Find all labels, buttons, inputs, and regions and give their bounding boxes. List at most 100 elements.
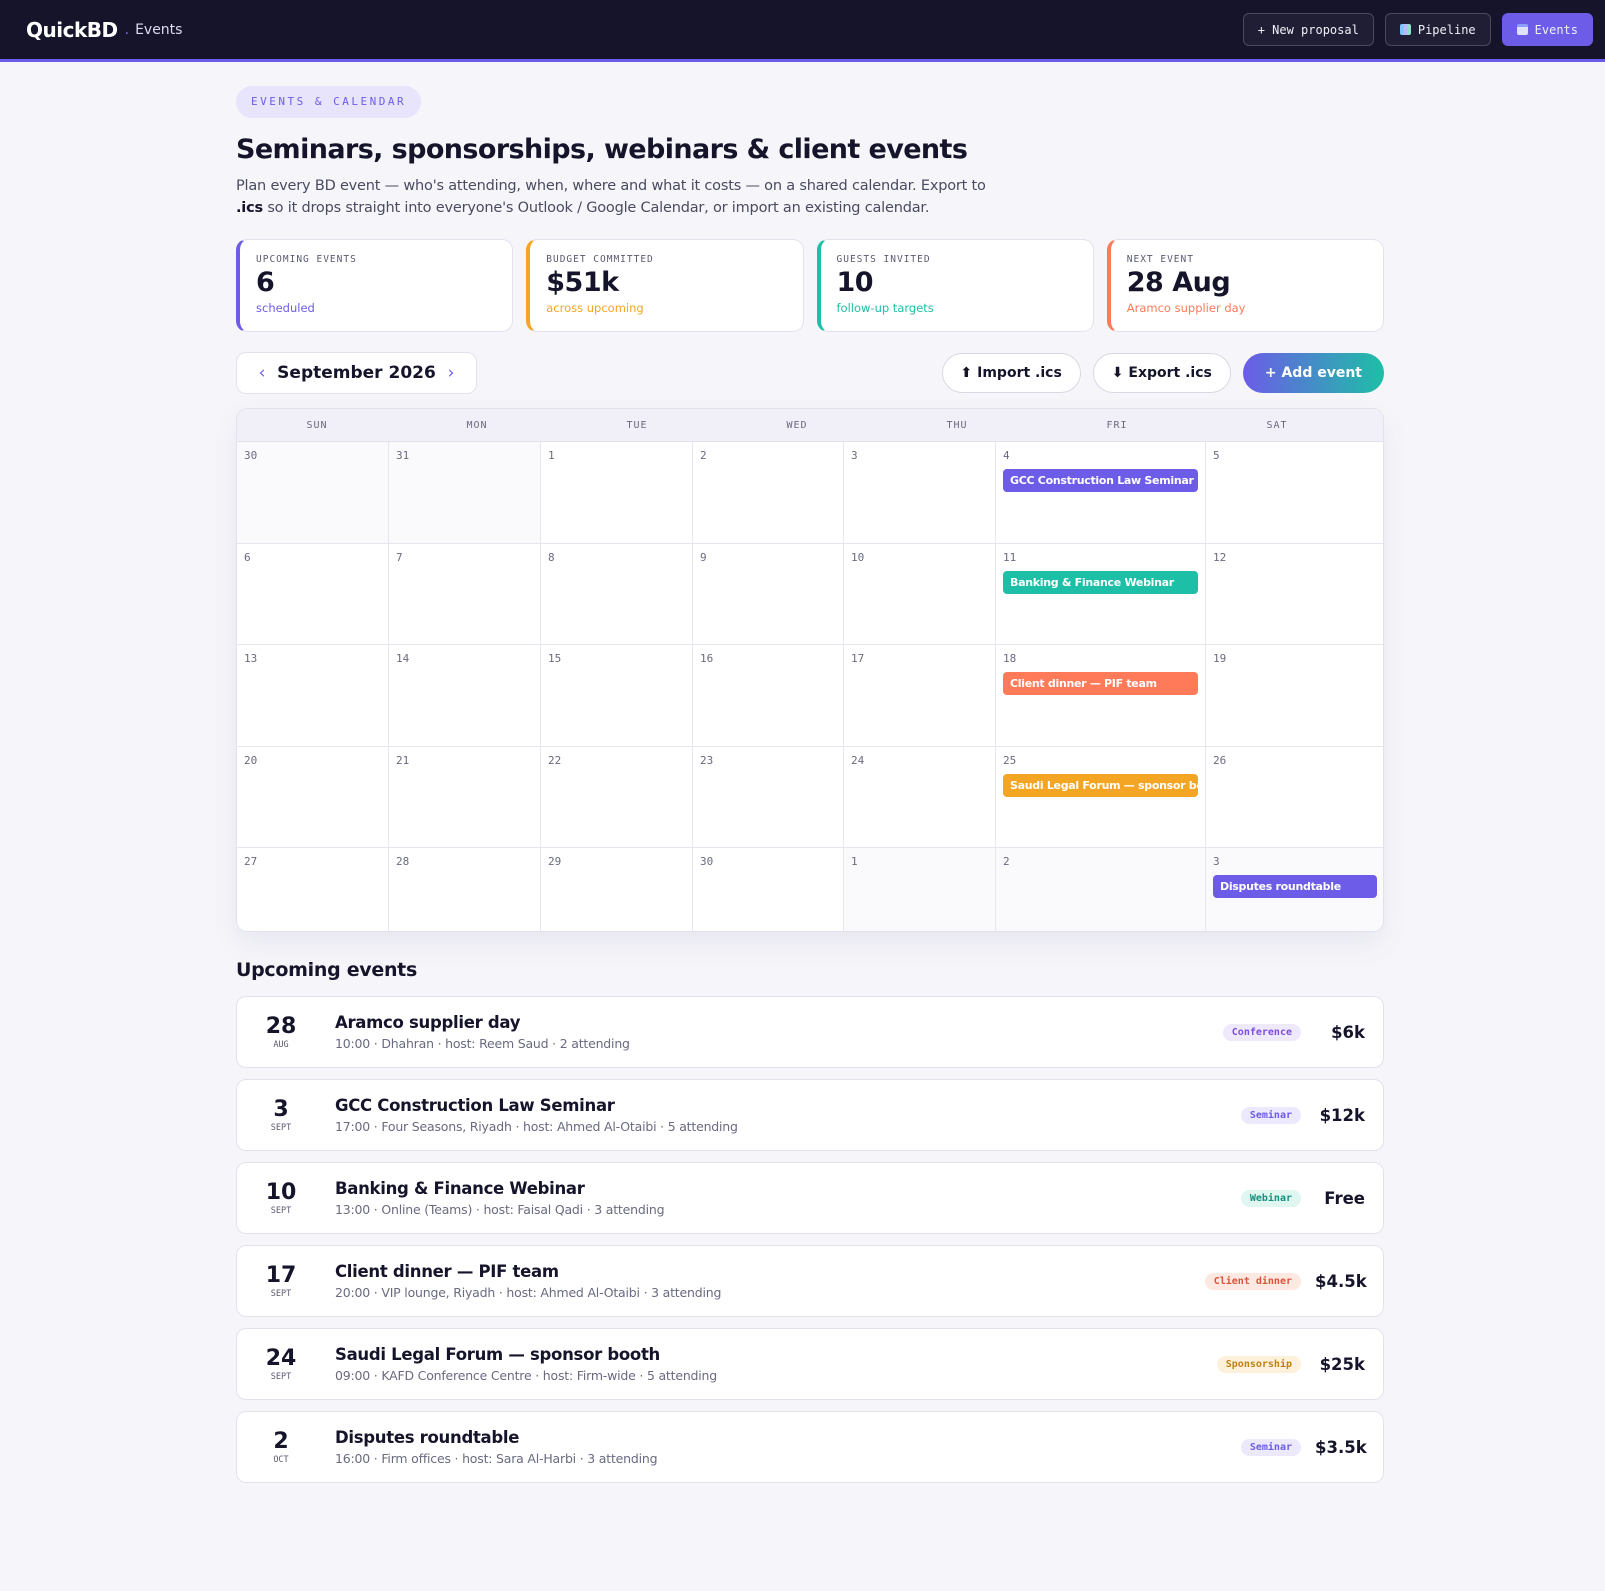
calendar-day-cell[interactable]: 14 — [389, 645, 541, 747]
calendar-day-cell[interactable]: 8 — [541, 543, 693, 646]
event-day: 3 — [273, 1096, 289, 1122]
event-body: Disputes roundtable 16:00 · Firm offices … — [335, 1428, 1241, 1466]
calendar-day-cell[interactable]: 29 — [541, 848, 693, 931]
event-cost: $25k — [1319, 1354, 1365, 1374]
calendar-day-cell[interactable]: 2 — [693, 442, 844, 544]
weekday-label: TUE — [626, 420, 648, 431]
weekday-label: SUN — [306, 420, 328, 431]
export-ics-button[interactable]: ⬇ Export .ics — [1092, 353, 1231, 393]
add-event-button[interactable]: + Add event — [1242, 353, 1384, 393]
day-number: 27 — [244, 855, 258, 869]
day-number: 15 — [548, 652, 562, 666]
main-content: EVENTS & CALENDAR Seminars, sponsorships… — [236, 86, 1384, 1494]
upcoming-event-row[interactable]: 17 SEPT Client dinner — PIF team 20:00 · VI… — [236, 1245, 1384, 1317]
upcoming-event-row[interactable]: 2 OCT Disputes roundtable 16:00 · Firm offi… — [236, 1411, 1384, 1483]
event-type-badge: Client dinner — [1204, 1272, 1301, 1290]
event-date: 3 SEPT — [251, 1096, 311, 1133]
stat-budget-committed: BUDGET COMMITTED $51k across upcoming — [526, 239, 804, 332]
calendar-day-cell[interactable]: 26 — [1206, 747, 1383, 849]
calendar-day-cell[interactable]: 28 — [389, 848, 541, 931]
calendar-day-cell[interactable]: 17 — [844, 645, 996, 747]
calendar-day-cell[interactable]: 24 — [844, 746, 996, 849]
stat-value: 10 — [836, 267, 874, 298]
calendar-day-cell[interactable]: 5 — [1206, 442, 1383, 544]
calendar-day-cell[interactable]: 23 — [693, 746, 844, 849]
calendar-day-cell[interactable]: 22 — [541, 746, 693, 849]
day-number: 17 — [851, 652, 865, 666]
subtitle-text: Plan every BD event — who's attending, w… — [236, 178, 986, 194]
calendar-day-cell[interactable]: 11 Banking & Finance Webinar — [996, 543, 1206, 646]
event-title: Banking & Finance Webinar — [335, 1179, 585, 1198]
calendar-event-chip[interactable]: Disputes roundtable — [1213, 875, 1377, 899]
calendar-day-cell[interactable]: 12 — [1206, 544, 1383, 646]
stat-note: Aramco supplier day — [1126, 301, 1246, 315]
upcoming-event-row[interactable]: 3 SEPT GCC Construction Law Seminar 17:00 ·… — [236, 1079, 1384, 1151]
calendar-day-cell[interactable]: 30 — [237, 442, 389, 544]
event-month: SEPT — [270, 1122, 292, 1133]
stats-row: UPCOMING EVENTS 6 scheduled BUDGET COMMI… — [236, 239, 1384, 332]
calendar-day-cell[interactable]: 27 — [237, 848, 389, 931]
chevron-right-icon[interactable]: › — [442, 363, 460, 383]
pipeline-button[interactable]: Pipeline — [1384, 13, 1491, 46]
events-button[interactable]: Events — [1501, 13, 1593, 46]
day-number: 31 — [396, 449, 410, 462]
upcoming-title: Upcoming events — [236, 959, 417, 981]
calendar-day-cell[interactable]: 19 — [1206, 645, 1383, 747]
calendar-day-cell[interactable]: 30 — [693, 848, 844, 931]
event-meta: 17:00 · Four Seasons, Riyadh · host: Ahm… — [335, 1119, 738, 1134]
upcoming-event-row[interactable]: 28 AUG Aramco supplier day 10:00 · Dhahran … — [236, 996, 1384, 1068]
day-number: 16 — [700, 652, 714, 666]
subtitle-text-end: so it drops straight into everyone's Out… — [262, 200, 930, 216]
calendar-day-cell[interactable]: 7 — [389, 543, 541, 646]
calendar-event-chip[interactable]: Client dinner — PIF team — [1003, 672, 1198, 696]
calendar-event-chip[interactable]: Saudi Legal Forum — sponsor booth — [1003, 773, 1198, 797]
calendar-day-cell[interactable]: 13 — [237, 645, 389, 747]
calendar-day-cell[interactable]: 4 GCC Construction Law Seminar — [996, 442, 1206, 544]
event-title: Disputes roundtable — [335, 1428, 520, 1447]
new-proposal-button[interactable]: + New proposal — [1242, 13, 1374, 46]
chart-icon — [1399, 24, 1411, 35]
calendar-day-cell[interactable]: 15 — [541, 645, 693, 747]
stat-note: scheduled — [256, 301, 315, 315]
event-day: 24 — [265, 1345, 297, 1371]
upcoming-event-row[interactable]: 10 SEPT Banking & Finance Webinar 13:00 · O… — [236, 1162, 1384, 1234]
day-number: 29 — [548, 855, 562, 869]
import-ics-button[interactable]: ⬆ Import .ics — [941, 353, 1081, 393]
event-meta: 13:00 · Online (Teams) · host: Faisal Qa… — [335, 1202, 665, 1217]
calendar-day-cell[interactable]: 31 — [389, 442, 541, 544]
calendar-day-cell[interactable]: 2 — [996, 848, 1206, 931]
event-type-badge: Conference — [1222, 1023, 1301, 1041]
day-number: 2 — [700, 449, 707, 462]
calendar-event-chip[interactable]: Banking & Finance Webinar — [1003, 570, 1198, 594]
calendar-day-cell[interactable]: 3 — [844, 442, 996, 544]
day-number: 3 — [851, 449, 858, 462]
upcoming-event-row[interactable]: 24 SEPT Saudi Legal Forum — sponsor booth 0… — [236, 1328, 1384, 1400]
event-body: GCC Construction Law Seminar 17:00 · Four… — [335, 1096, 1241, 1134]
app-logo[interactable]: QuickBD — [26, 18, 118, 42]
event-body: Banking & Finance Webinar 13:00 · Online … — [335, 1179, 1241, 1217]
event-month: SEPT — [270, 1371, 292, 1382]
month-navigator: ‹ September 2026 › — [236, 352, 477, 394]
calendar-day-cell[interactable]: 1 — [541, 442, 693, 544]
event-title: Aramco supplier day — [335, 1013, 521, 1032]
calendar-day-cell[interactable]: 18 Client dinner — PIF team — [996, 645, 1206, 747]
event-month: OCT — [273, 1454, 289, 1465]
calendar-day-cell[interactable]: 1 — [844, 848, 996, 931]
event-cost: $12k — [1319, 1105, 1365, 1125]
calendar-day-cell[interactable]: 9 — [693, 543, 844, 646]
stat-note: follow-up targets — [836, 301, 934, 315]
calendar-day-cell[interactable]: 10 — [844, 543, 996, 646]
calendar-day-cell[interactable]: 3 Disputes roundtable — [1206, 848, 1383, 931]
stat-value: 6 — [256, 267, 275, 298]
chevron-left-icon[interactable]: ‹ — [253, 363, 271, 383]
day-number: 20 — [244, 753, 258, 767]
calendar-day-cell[interactable]: 6 — [237, 543, 389, 646]
event-type-badge: Seminar — [1240, 1106, 1301, 1124]
event-cost: Free — [1324, 1188, 1365, 1208]
calendar-day-cell[interactable]: 21 — [389, 746, 541, 849]
stat-label: BUDGET COMMITTED — [546, 254, 654, 265]
calendar-event-chip[interactable]: GCC Construction Law Seminar — [1003, 469, 1198, 492]
calendar-day-cell[interactable]: 20 — [237, 746, 389, 849]
calendar-day-cell[interactable]: 16 — [693, 645, 844, 747]
calendar-day-cell[interactable]: 25 Saudi Legal Forum — sponsor booth — [996, 746, 1206, 849]
